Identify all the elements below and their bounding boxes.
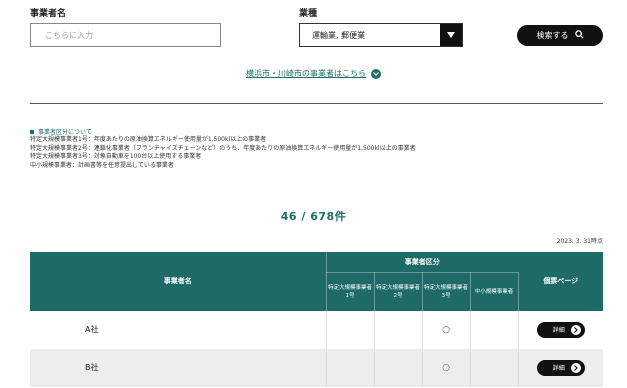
category-cell: ○: [422, 348, 471, 387]
detail-cell: 詳細: [518, 348, 603, 387]
column-header-large-1: 特定大規模事業者1号: [326, 272, 375, 311]
category-cell: [470, 310, 519, 349]
company-name-cell: A社: [30, 310, 327, 349]
category-cell: [326, 310, 375, 349]
column-header-small-medium: 中小規模事業者: [470, 272, 519, 311]
chevron-down-icon: [440, 24, 462, 46]
yokohama-kawasaki-link-text: 横浜市・川崎市の事業者はこちら: [246, 69, 366, 78]
detail-cell: 詳細: [518, 310, 603, 349]
chevron-right-icon: [570, 324, 581, 335]
detail-button-label: 詳細: [552, 365, 565, 372]
company-name-cell: B社: [30, 348, 327, 387]
search-icon: [574, 30, 584, 41]
company-name-label: 事業者名: [30, 9, 67, 19]
industry-label: 業種: [299, 9, 318, 19]
table-row: A社 ○ 詳細: [30, 310, 603, 349]
industry-select[interactable]: 運輸業, 郵便業: [299, 23, 463, 47]
industry-select-value: 運輸業, 郵便業: [312, 30, 366, 40]
search-button-label: 検索する: [536, 31, 569, 40]
column-header-company-name: 事業者名: [30, 252, 327, 311]
search-button[interactable]: 検索する: [517, 25, 603, 46]
company-table: 事業者名 事業者区分 個票ページ 特定大規模事業者1号 特定大規模事業者2号 特…: [30, 252, 603, 387]
category-cell: [374, 348, 423, 387]
category-cell: [326, 348, 375, 387]
note-line: 特定大規模事業者3号：対象自動車を100台以上使用する事業者: [30, 153, 202, 160]
category-cell: [374, 310, 423, 349]
detail-button[interactable]: 詳細: [536, 359, 585, 376]
column-header-detail-page: 個票ページ: [518, 252, 603, 311]
column-header-category-group: 事業者区分: [326, 252, 518, 273]
yokohama-kawasaki-link[interactable]: 横浜市・川崎市の事業者はこちら: [246, 68, 381, 79]
table-row: B社 ○ 詳細: [30, 348, 603, 387]
note-line: 特定大規模事業者1号：年度あたりの原油換算エネルギー使用量が1,500kl以上の…: [30, 136, 267, 143]
column-header-large-3: 特定大規模事業者3号: [422, 272, 471, 311]
result-count: 46 / 678件: [280, 210, 347, 223]
notes-title: 事業者区分について: [30, 127, 92, 136]
category-cell: [470, 348, 519, 387]
note-line: 中小規模事業者：計画書等を任意提出している事業者: [30, 161, 174, 169]
category-cell: ○: [422, 310, 471, 349]
company-name-placeholder: こちらに入力: [45, 30, 93, 40]
detail-button-label: 詳細: [552, 327, 565, 334]
chevron-down-circle-icon: [371, 68, 381, 79]
section-divider: [30, 103, 603, 104]
company-name-input[interactable]: こちらに入力: [30, 23, 221, 47]
notes-body: 特定大規模事業者1号：年度あたりの原油換算エネルギー使用量が1,500kl以上の…: [30, 136, 416, 170]
column-header-large-2: 特定大規模事業者2号: [374, 272, 423, 311]
detail-button[interactable]: 詳細: [536, 321, 585, 338]
notes-title-text: 事業者区分について: [38, 129, 92, 136]
as-of-date: 2023. 3. 31時点: [556, 238, 603, 245]
square-bullet-icon: [30, 129, 34, 134]
note-line: 特定大規模事業者2号：連鎖化事業者（フランチャイズチェーンなど）のうち、年度あた…: [30, 144, 416, 152]
chevron-right-icon: [570, 362, 581, 373]
